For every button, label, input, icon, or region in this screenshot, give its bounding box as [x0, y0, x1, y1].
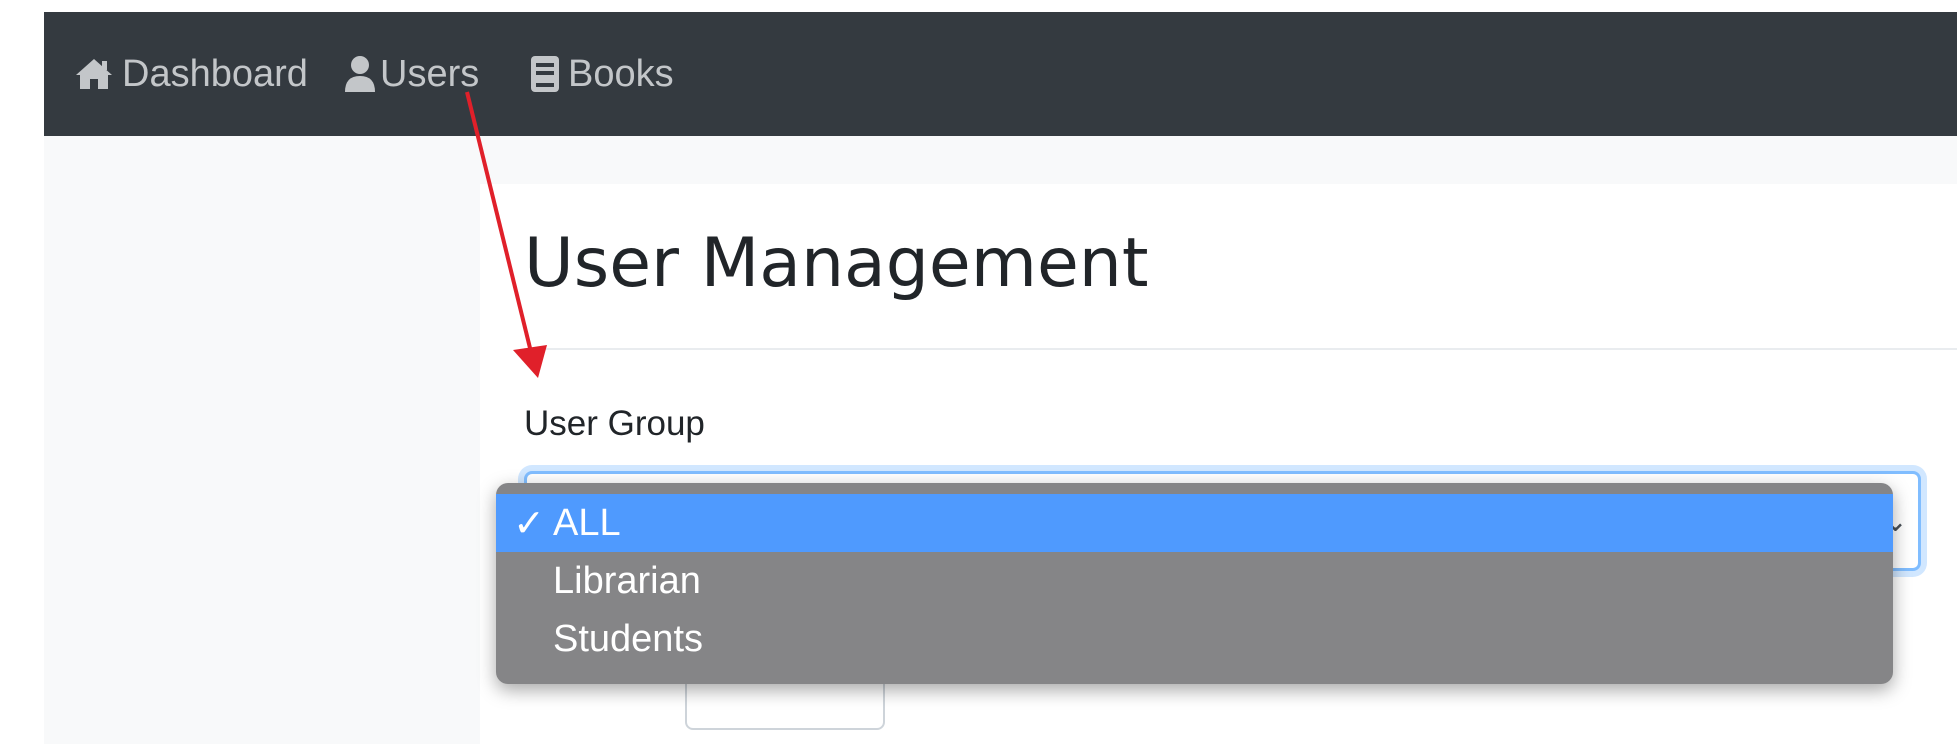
nav-users[interactable]: Users: [344, 12, 479, 136]
nav-books-label: Books: [568, 52, 674, 95]
top-navbar: Dashboard Users Books: [44, 12, 1957, 136]
home-icon: [74, 56, 114, 92]
sidebar: [44, 136, 480, 744]
title-divider: [524, 348, 1957, 350]
nav-users-label: Users: [380, 52, 480, 95]
nav-dashboard[interactable]: Dashboard: [74, 12, 308, 136]
page-title: User Management: [524, 224, 1149, 303]
option-librarian[interactable]: Librarian: [496, 552, 1893, 610]
book-icon: [530, 55, 560, 93]
user-group-label: User Group: [524, 404, 705, 443]
user-group-dropdown-menu: ✓ ALL Librarian Students: [496, 483, 1893, 684]
option-all[interactable]: ✓ ALL: [496, 494, 1893, 552]
nav-books[interactable]: Books: [530, 12, 674, 136]
option-label: ALL: [553, 501, 621, 544]
option-label: Students: [553, 617, 703, 660]
nav-dashboard-label: Dashboard: [122, 52, 308, 95]
option-students[interactable]: Students: [496, 610, 1893, 668]
option-label: Librarian: [553, 559, 701, 602]
user-icon: [344, 55, 376, 93]
checkmark-icon: ✓: [513, 502, 545, 545]
